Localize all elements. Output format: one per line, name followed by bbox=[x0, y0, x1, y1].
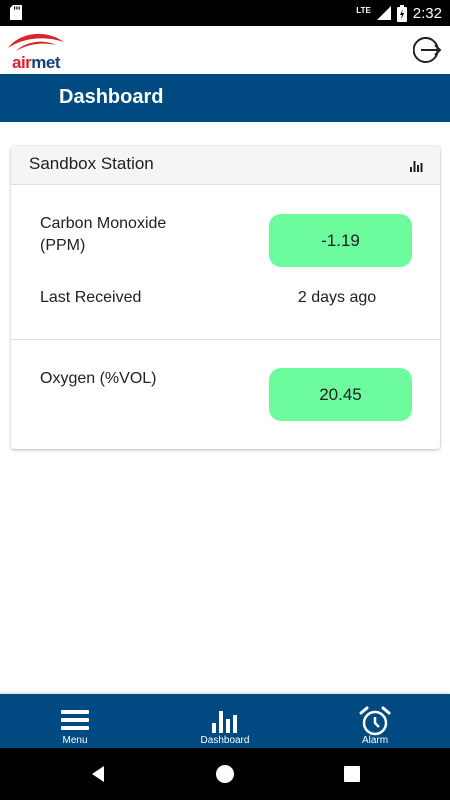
recents-square-icon bbox=[344, 766, 360, 782]
back-triangle-icon bbox=[92, 766, 104, 782]
title-bar: Dashboard bbox=[0, 74, 450, 122]
page-title: Dashboard bbox=[59, 86, 164, 108]
alarm-clock-icon bbox=[359, 706, 391, 736]
bar-chart-icon bbox=[410, 161, 423, 172]
last-received-value: 2 days ago bbox=[297, 289, 377, 306]
nav-item-menu[interactable]: Menu bbox=[30, 694, 120, 748]
station-card-header: Sandbox Station bbox=[11, 146, 440, 185]
clock-time: 2:32 bbox=[412, 4, 442, 22]
station-card: Sandbox Station Carbon Monoxide (PPM) -1… bbox=[11, 146, 440, 449]
station-name: Sandbox Station bbox=[29, 154, 154, 173]
home-button[interactable] bbox=[215, 764, 235, 784]
reading-label: Carbon Monoxide (PPM) bbox=[40, 215, 167, 254]
system-navigation-bar bbox=[0, 748, 450, 800]
logout-button[interactable] bbox=[412, 34, 445, 66]
recents-button[interactable] bbox=[342, 764, 362, 784]
sd-card-icon bbox=[10, 5, 22, 25]
logout-icon bbox=[412, 37, 442, 63]
hamburger-menu-icon bbox=[61, 710, 89, 730]
signal-icon bbox=[376, 6, 391, 20]
battery-icon bbox=[396, 4, 407, 22]
nav-item-dashboard[interactable]: Dashboard bbox=[180, 694, 270, 748]
reading-value-badge: -1.19 bbox=[269, 214, 412, 267]
nav-item-label: Alarm bbox=[361, 735, 389, 746]
airmet-logo: airmet bbox=[6, 30, 66, 72]
last-received-label: Last Received bbox=[40, 289, 142, 306]
logo-wordmark: airmet bbox=[12, 53, 61, 72]
network-type-label: LTE bbox=[356, 5, 371, 15]
app-screen: LTE 2:32 airmet Dashboard Sandbox Statio… bbox=[0, 0, 450, 800]
reading-divider bbox=[11, 339, 440, 340]
reading-label: Oxygen (%VOL) bbox=[40, 370, 157, 387]
back-button[interactable] bbox=[88, 764, 108, 784]
status-bar: LTE 2:32 bbox=[0, 0, 450, 26]
status-icons: LTE 2:32 bbox=[356, 3, 442, 23]
station-chart-button[interactable] bbox=[410, 158, 424, 172]
bar-chart-icon bbox=[212, 711, 237, 733]
home-circle-icon bbox=[216, 765, 234, 783]
nav-item-label: Menu bbox=[62, 735, 88, 746]
reading-value-badge: 20.45 bbox=[269, 368, 412, 421]
nav-item-alarm[interactable]: Alarm bbox=[330, 694, 420, 748]
app-header: airmet bbox=[0, 26, 450, 74]
nav-item-label: Dashboard bbox=[200, 735, 250, 746]
bottom-navigation: Menu Dashboard Alarm bbox=[0, 694, 450, 748]
